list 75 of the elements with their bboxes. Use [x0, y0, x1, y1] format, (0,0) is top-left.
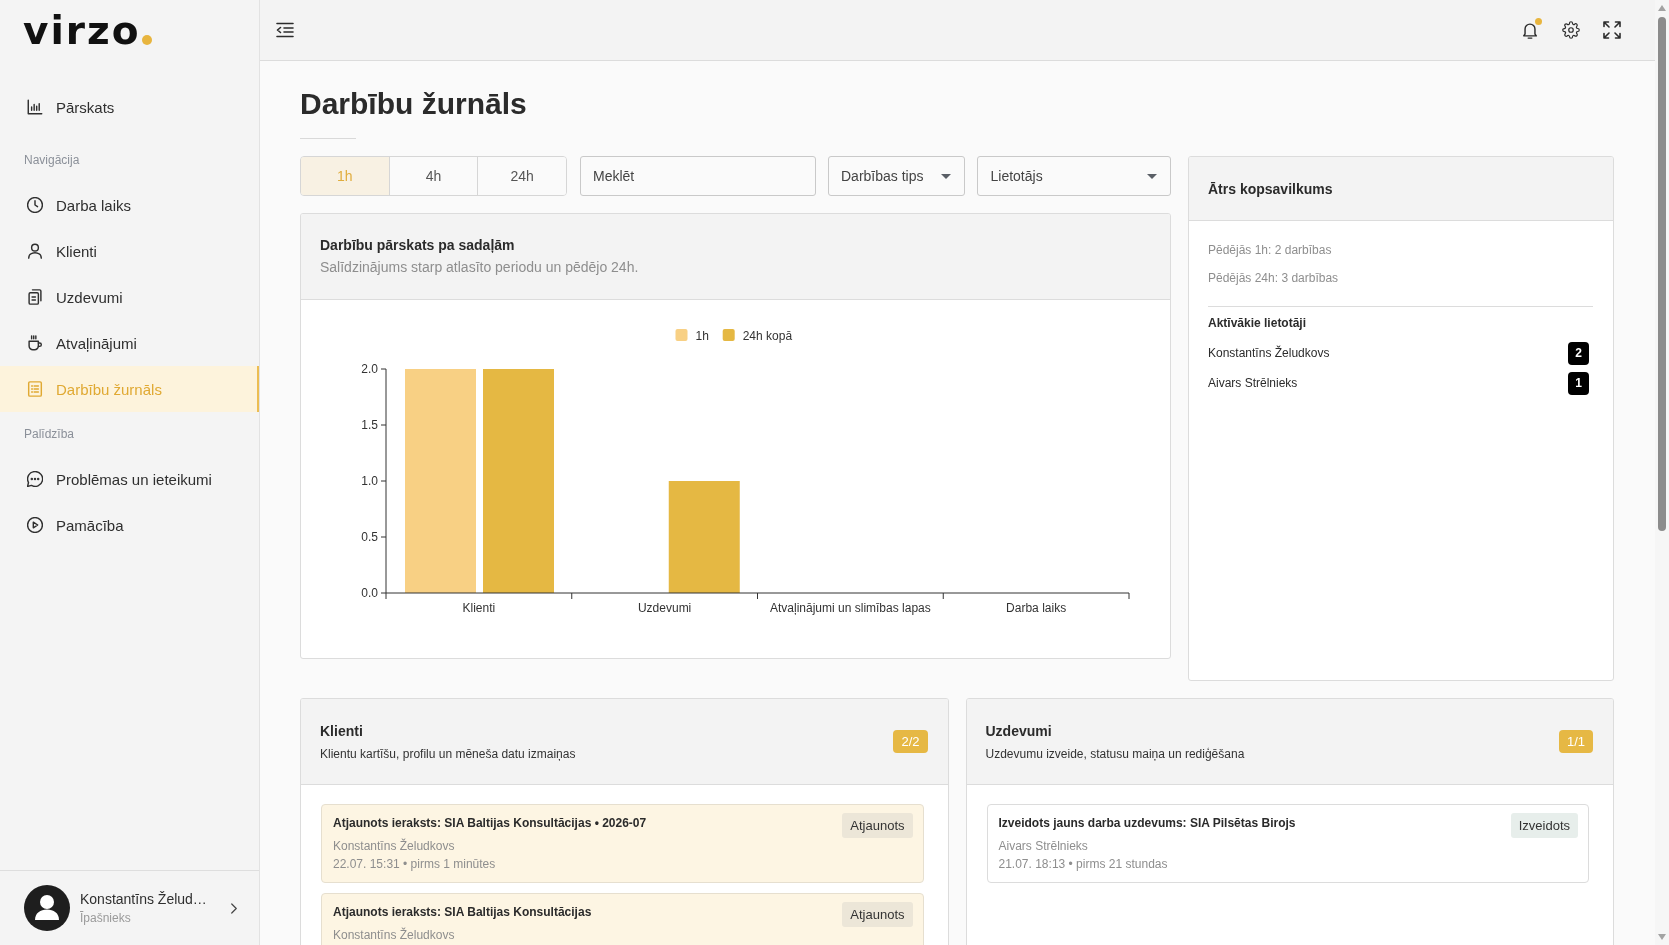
card-subtitle: Klientu kartīšu, profilu un mēneša datu izmaiņas — [320, 745, 576, 762]
sidebar-toggle-button[interactable] — [276, 21, 294, 39]
axis-tick-label: 1.0 — [361, 474, 378, 488]
caret-down-icon — [941, 173, 952, 179]
activity-count-badge: 1 — [1568, 371, 1589, 395]
bar-chart-icon — [27, 99, 43, 115]
axis-category-label: Darba laiks — [1006, 601, 1067, 615]
axis-category-label: Uzdevumi — [637, 601, 692, 615]
nav-item[interactable]: Darba laiks — [0, 182, 259, 228]
nav-item[interactable]: Problēmas un ieteikumi — [0, 456, 259, 502]
legend-label: 24h kopā — [742, 328, 793, 343]
card-subtitle: Salīdzinājums starp atlasīto periodu un pēdējo 24h. — [320, 258, 639, 276]
entry-title: Atjaunots ieraksts: SIA Baltijas Konsultācijas • 2026-07 — [333, 816, 647, 831]
card-title: Uzdevumi — [985, 721, 1052, 740]
axis-category-label: Klienti — [462, 601, 496, 615]
section-heading: Aktīvākie lietotāji — [1208, 315, 1307, 331]
clock-icon — [27, 197, 43, 213]
settings-icon — [1562, 21, 1580, 39]
user-name-label: Konstantīns Želudkovs — [1208, 346, 1330, 360]
card-title: Darbību pārskats pa sadaļām — [320, 236, 515, 254]
nav-item[interactable]: Pamācība — [0, 502, 259, 548]
user-name: Konstantīns Želud… — [80, 890, 207, 908]
logo-dot-icon — [141, 35, 152, 45]
coffee-cup-icon — [27, 335, 43, 351]
nav-item[interactable]: Atvaļinājumi — [0, 320, 259, 366]
legend-label: 1h — [695, 328, 709, 343]
axis-category-label: Atvaļinājumi un slimības lapas — [770, 601, 931, 615]
entry-user: Konstantīns Želudkovs — [333, 839, 455, 854]
nav-item[interactable]: Uzdevumi — [0, 274, 259, 320]
axis-tick-label: 0.5 — [361, 530, 378, 544]
card-subtitle: Uzdevumu izveide, statusu maiņa un rediģēšana — [985, 745, 1245, 762]
page-title: Darbību žurnāls — [300, 86, 527, 122]
caret-down-icon — [1147, 173, 1157, 179]
entry-user: Aivars Strēlnieks — [998, 839, 1088, 854]
nav-section-label: Palīdzība — [23, 426, 76, 443]
search-field[interactable]: Meklēt — [580, 156, 816, 196]
user-role: Īpašnieks — [80, 911, 131, 926]
avatar-icon — [24, 885, 70, 931]
summary-stat: Pēdējās 24h: 3 darbības — [1208, 270, 1339, 286]
list-icon — [27, 381, 43, 397]
dropdown[interactable]: Lietotājs — [977, 156, 1171, 196]
user-icon — [27, 243, 43, 259]
entry-title: Atjaunots ieraksts: SIA Baltijas Konsultācijas — [333, 905, 592, 920]
activity-count-badge: 2 — [1568, 341, 1589, 365]
chevron-right-icon[interactable] — [231, 902, 237, 914]
expand-icon — [1603, 21, 1621, 39]
status-tag: Atjaunots — [842, 902, 913, 927]
axis-tick-label: 2.0 — [361, 362, 378, 376]
panel-title: Ātrs kopsavilkums — [1208, 179, 1333, 198]
count-badge: 1/1 — [1558, 730, 1593, 753]
dropdown[interactable]: Darbības tips — [828, 156, 966, 196]
entry-time: 22.07. 15:31 • pirms 1 minūtes — [333, 857, 496, 872]
fullscreen-button[interactable] — [1603, 21, 1621, 39]
axis-tick-label: 1.5 — [361, 418, 378, 432]
entry-user: Konstantīns Želudkovs — [333, 928, 455, 943]
status-tag: Izveidots — [1510, 813, 1578, 838]
axis-tick-label: 0.0 — [361, 586, 378, 600]
play-icon — [27, 517, 43, 533]
entry-title: Izveidots jauns darba uzdevums: SIA Pilsētas Birojs — [998, 816, 1296, 831]
count-badge: 2/2 — [893, 730, 928, 753]
settings-button[interactable] — [1562, 21, 1580, 39]
nav-item[interactable]: Klienti — [0, 228, 259, 274]
user-name-label: Aivars Strēlnieks — [1208, 376, 1298, 390]
entry-time: 21.07. 18:13 • pirms 21 stundas — [998, 857, 1168, 872]
menu-icon — [276, 21, 294, 39]
card-title: Klienti — [320, 721, 363, 740]
status-tag: Atjaunots — [842, 813, 913, 838]
nav-item[interactable]: Pārskats — [0, 84, 259, 130]
documents-icon — [27, 289, 43, 305]
summary-stat: Pēdējās 1h: 2 darbības — [1208, 242, 1332, 258]
bell-icon — [1521, 21, 1539, 39]
chat-bubble-icon — [27, 471, 43, 487]
logo-wordmark: virzo — [23, 11, 141, 50]
nav-section-label: Navigācija — [23, 152, 81, 169]
notifications-button[interactable] — [1521, 21, 1539, 39]
